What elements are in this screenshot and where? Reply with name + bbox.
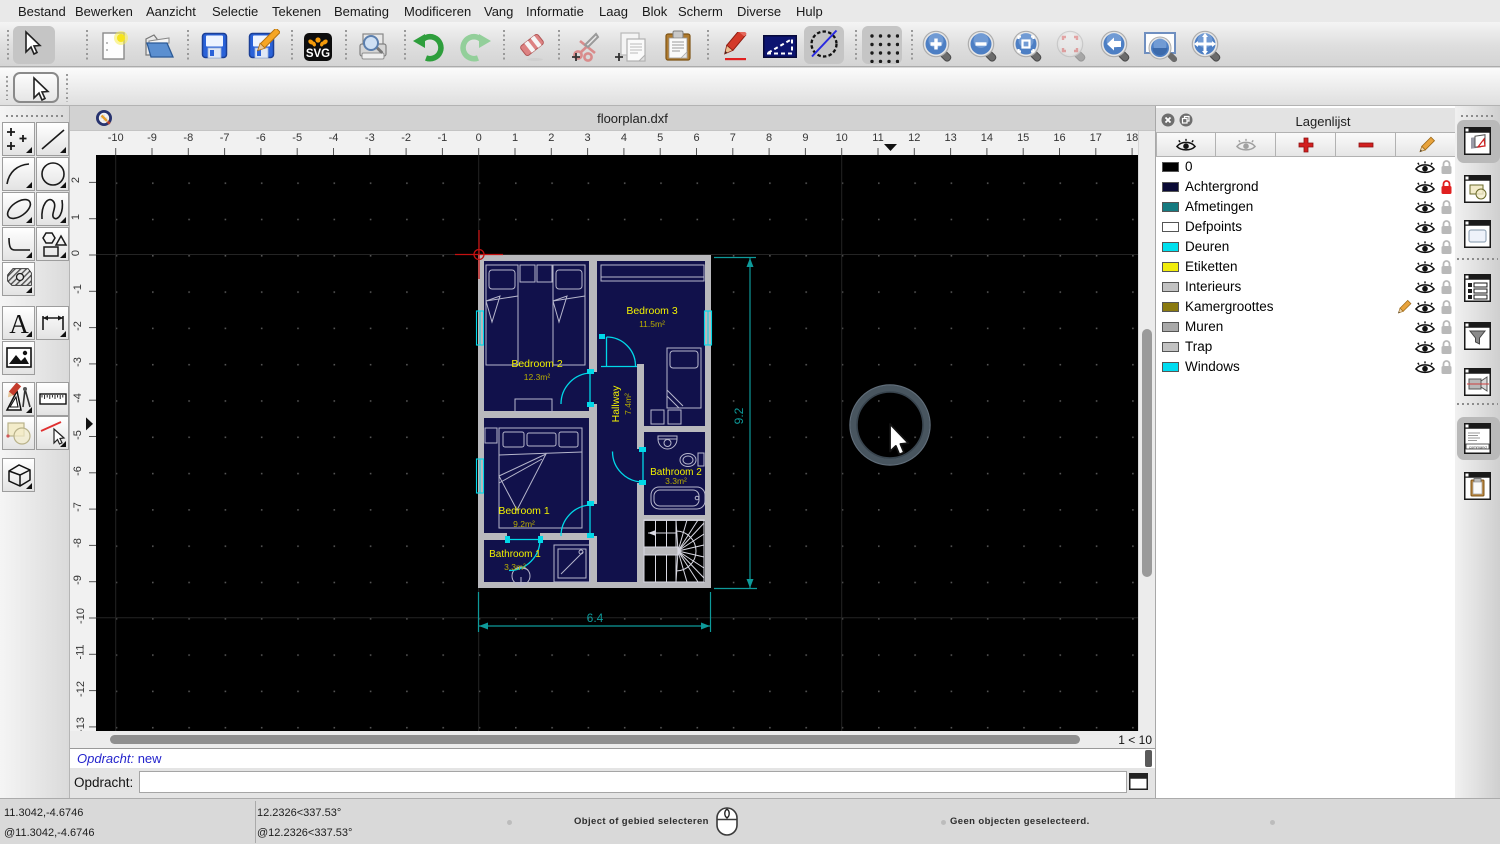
svg-text:3.3m²: 3.3m² xyxy=(504,562,526,572)
svg-text:Bathroom 1: Bathroom 1 xyxy=(489,549,541,560)
svg-text:Hallway: Hallway xyxy=(610,385,622,423)
svg-text:7.4m²: 7.4m² xyxy=(623,393,633,415)
svg-text:3.3m²: 3.3m² xyxy=(665,476,687,486)
svg-text:9.2: 9.2 xyxy=(732,407,746,424)
svg-text:9.2m²: 9.2m² xyxy=(513,519,535,529)
svg-text:command: command xyxy=(1469,444,1487,449)
svg-text:6.4: 6.4 xyxy=(587,611,604,625)
svg-text:12.3m²: 12.3m² xyxy=(524,372,551,382)
svg-text:11.5m²: 11.5m² xyxy=(639,319,665,329)
svg-text:SVG: SVG xyxy=(306,48,330,60)
svg-text:Bedroom 1: Bedroom 1 xyxy=(498,505,550,517)
svg-text:A: A xyxy=(9,309,29,339)
svg-text:Bedroom 3: Bedroom 3 xyxy=(626,305,678,317)
svg-text:Bedroom 2: Bedroom 2 xyxy=(511,358,563,370)
